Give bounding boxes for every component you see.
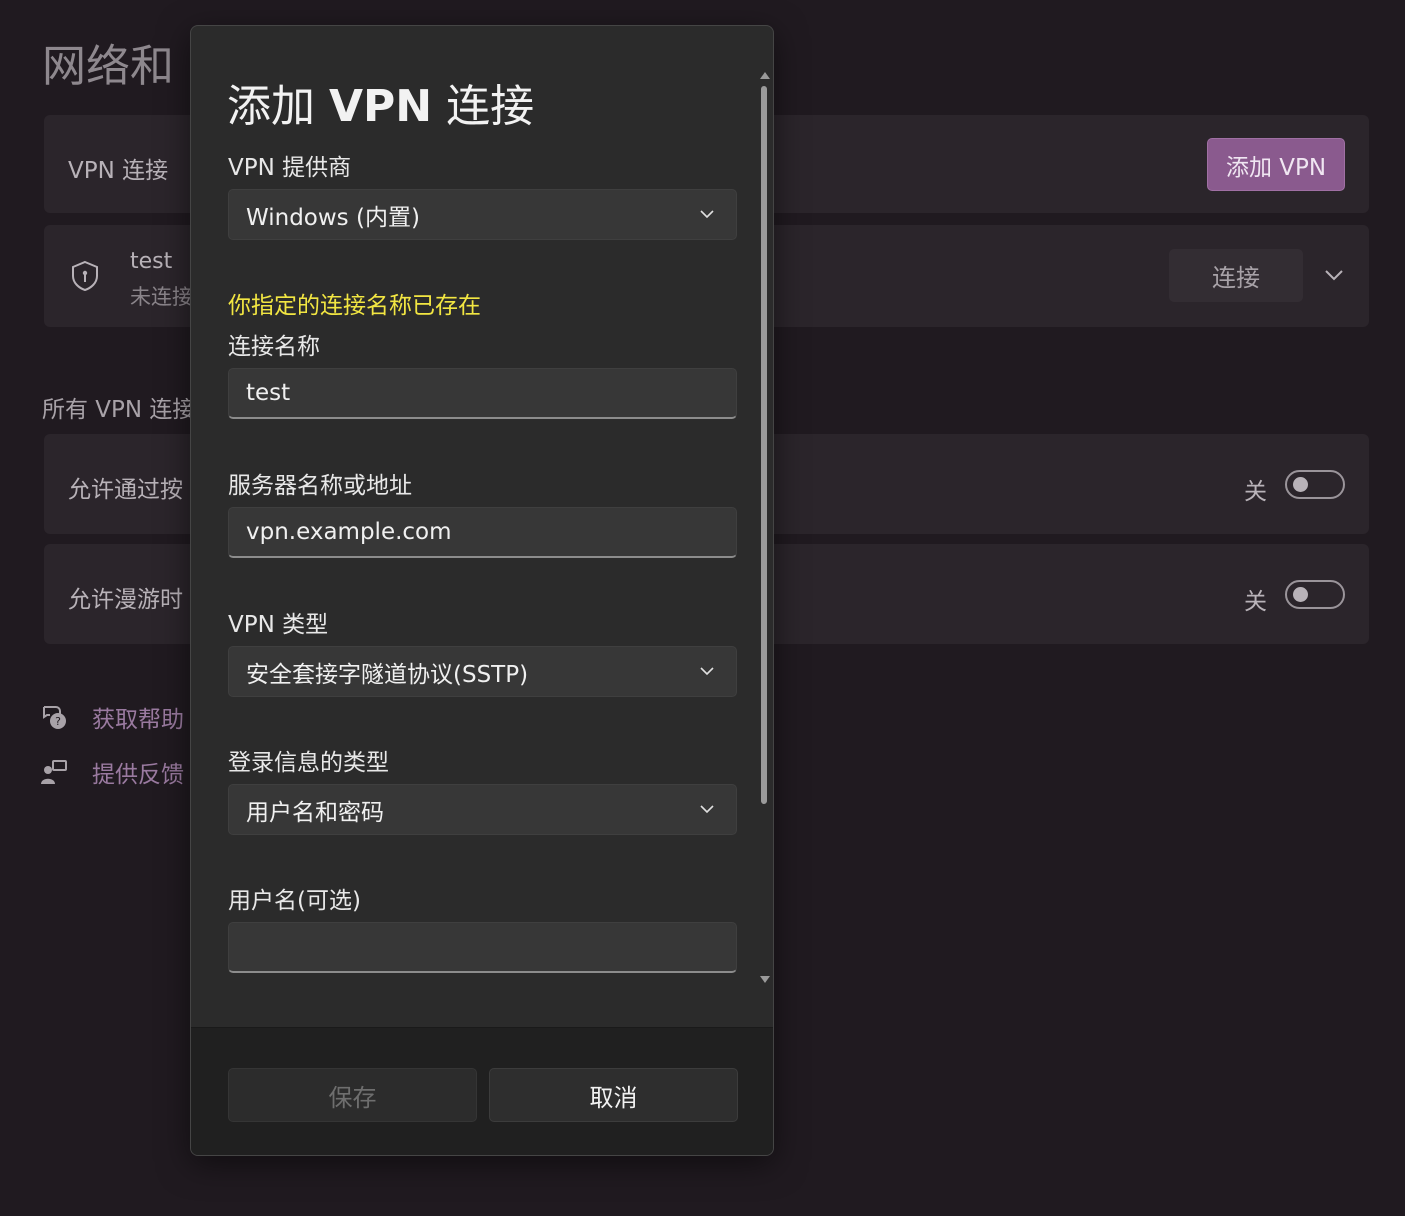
allow-metered-toggle[interactable] bbox=[1285, 470, 1345, 499]
scroll-down-arrow-icon[interactable] bbox=[759, 974, 771, 986]
dialog-footer: 保存 取消 bbox=[191, 1027, 773, 1155]
connect-button[interactable]: 连接 bbox=[1169, 249, 1303, 302]
help-icon: ? bbox=[43, 706, 66, 729]
get-help-link[interactable]: ? 获取帮助 bbox=[40, 700, 184, 734]
dialog-title-bold: VPN bbox=[329, 81, 433, 132]
scrollbar-thumb[interactable] bbox=[761, 86, 767, 804]
toggle-knob bbox=[1293, 477, 1308, 492]
vpn-item-name: test bbox=[130, 249, 173, 274]
signin-type-value: 用户名和密码 bbox=[246, 799, 384, 826]
toggle-state-label: 关 bbox=[1244, 589, 1267, 615]
add-vpn-dialog: 添加 VPN 连接 VPN 提供商 Windows (内置) 你指定的连接名称已… bbox=[190, 25, 774, 1156]
provider-value: Windows (内置) bbox=[246, 204, 420, 231]
section-heading: 所有 VPN 连接 bbox=[42, 397, 196, 423]
toggle-knob bbox=[1293, 587, 1308, 602]
dialog-title: 添加 VPN 连接 bbox=[227, 70, 534, 134]
vpn-item-status: 未连接 bbox=[130, 285, 193, 309]
feedback-icon bbox=[41, 760, 67, 784]
cancel-button[interactable]: 取消 bbox=[489, 1068, 738, 1122]
allow-roaming-toggle[interactable] bbox=[1285, 580, 1345, 609]
chevron-down-icon[interactable] bbox=[1323, 263, 1345, 285]
scroll-up-arrow-icon[interactable] bbox=[759, 69, 771, 81]
get-help-label: 获取帮助 bbox=[92, 707, 184, 733]
vpn-type-label: VPN 类型 bbox=[228, 612, 329, 638]
allow-roaming-label: 允许漫游时 bbox=[68, 587, 183, 613]
page-title: 网络和 bbox=[42, 41, 174, 92]
allow-metered-label: 允许通过按 bbox=[68, 477, 183, 503]
username-label: 用户名(可选) bbox=[228, 888, 361, 914]
vpn-type-select[interactable]: 安全套接字隧道协议(SSTP) bbox=[228, 646, 737, 697]
chevron-down-icon bbox=[700, 210, 714, 219]
chevron-down-icon bbox=[700, 667, 714, 676]
signin-type-select[interactable]: 用户名和密码 bbox=[228, 784, 737, 835]
give-feedback-link[interactable]: 提供反馈 bbox=[40, 755, 184, 789]
connection-name-input[interactable]: test bbox=[228, 368, 737, 419]
provider-label: VPN 提供商 bbox=[228, 155, 352, 181]
provider-select[interactable]: Windows (内置) bbox=[228, 189, 737, 240]
name-exists-warning: 你指定的连接名称已存在 bbox=[228, 293, 481, 319]
username-input[interactable] bbox=[228, 922, 737, 973]
shield-icon bbox=[72, 260, 98, 292]
dialog-title-prefix: 添加 bbox=[227, 81, 329, 132]
server-address-input[interactable]: vpn.example.com bbox=[228, 507, 737, 558]
toggle-state-label: 关 bbox=[1244, 479, 1267, 505]
connection-name-label: 连接名称 bbox=[228, 334, 320, 360]
server-label: 服务器名称或地址 bbox=[228, 473, 412, 499]
dialog-title-suffix: 连接 bbox=[432, 81, 535, 132]
svg-text:?: ? bbox=[55, 715, 61, 728]
chevron-down-icon bbox=[700, 805, 714, 814]
save-button[interactable]: 保存 bbox=[228, 1068, 477, 1122]
give-feedback-label: 提供反馈 bbox=[92, 762, 184, 788]
add-vpn-button[interactable]: 添加 VPN bbox=[1207, 138, 1345, 191]
vpn-type-value: 安全套接字隧道协议(SSTP) bbox=[246, 661, 529, 688]
vpn-connections-label: VPN 连接 bbox=[68, 158, 169, 184]
signin-type-label: 登录信息的类型 bbox=[228, 750, 389, 776]
